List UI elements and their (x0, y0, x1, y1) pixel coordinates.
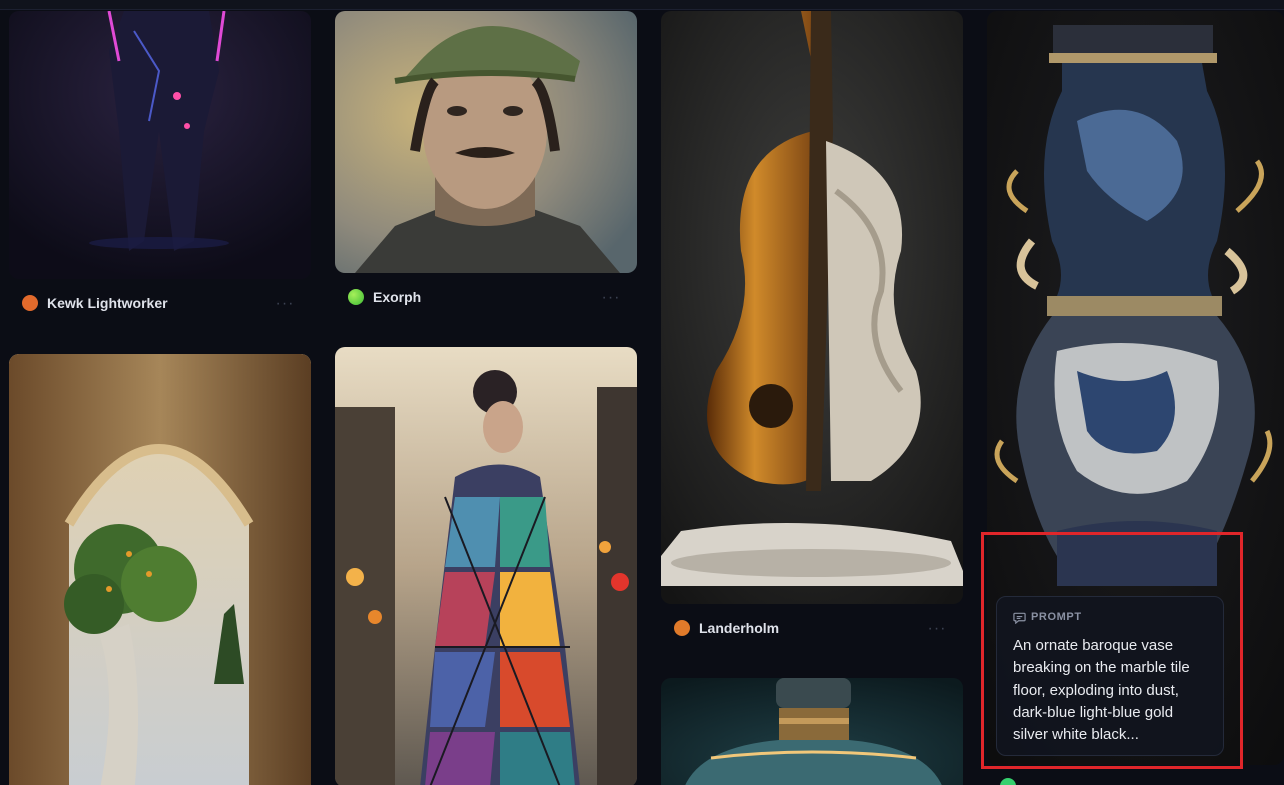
author-avatar (1000, 778, 1016, 785)
highlight-box (981, 532, 1243, 769)
author-avatar (22, 295, 38, 311)
author-name[interactable]: Kewk Lightworker (47, 295, 168, 311)
artwork-bottle-image[interactable] (661, 678, 963, 785)
artwork-neon-mech-image[interactable] (9, 11, 311, 279)
artwork-cello-image[interactable] (661, 11, 963, 604)
card-author-row[interactable]: Kewk Lightworker (22, 292, 168, 314)
artwork-portrait-image[interactable] (335, 11, 637, 273)
artwork-stained-glass-dress-image[interactable] (335, 347, 637, 785)
card-author-row[interactable] (1000, 775, 1025, 785)
author-avatar (348, 289, 364, 305)
card-author-row[interactable]: Landerholm (674, 617, 779, 639)
author-name[interactable]: Landerholm (699, 620, 779, 636)
more-options-button[interactable]: ··· (599, 289, 623, 307)
more-options-button[interactable]: ··· (925, 620, 949, 638)
author-avatar (674, 620, 690, 636)
artwork-arch-image[interactable] (9, 354, 311, 785)
top-bar (0, 0, 1284, 10)
author-name[interactable]: Exorph (373, 289, 421, 305)
card-author-row[interactable]: Exorph (348, 286, 421, 308)
more-options-button[interactable]: ··· (273, 295, 297, 313)
